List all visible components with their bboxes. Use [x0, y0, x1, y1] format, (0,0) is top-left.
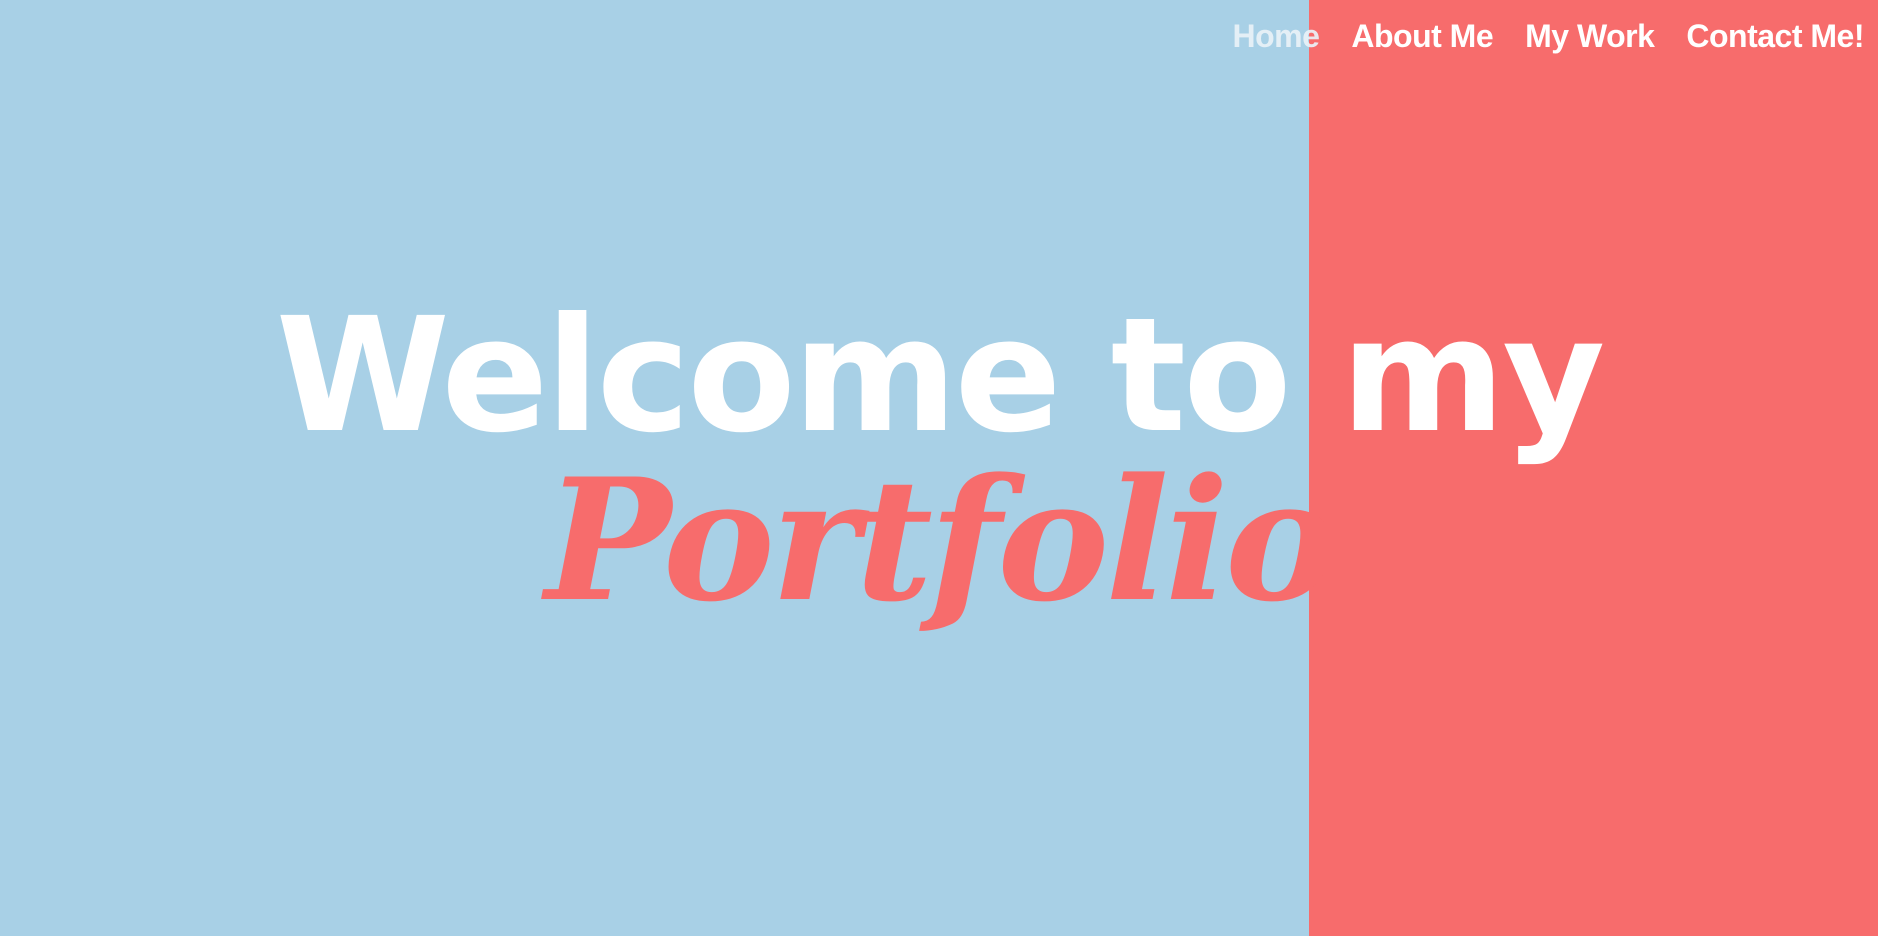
nav-link-about-me[interactable]: About Me [1351, 18, 1493, 55]
hero-portfolio-heading: Portfolio [544, 441, 1337, 639]
main-navigation: Home About Me My Work Contact Me! [1232, 18, 1864, 55]
hero-welcome-heading: Welcome to my [275, 284, 1606, 468]
nav-link-my-work[interactable]: My Work [1525, 18, 1655, 55]
nav-link-home[interactable]: Home [1232, 18, 1319, 55]
hero-section: Welcome to my Portfolio [0, 0, 1878, 936]
nav-link-contact-me[interactable]: Contact Me! [1686, 18, 1864, 55]
